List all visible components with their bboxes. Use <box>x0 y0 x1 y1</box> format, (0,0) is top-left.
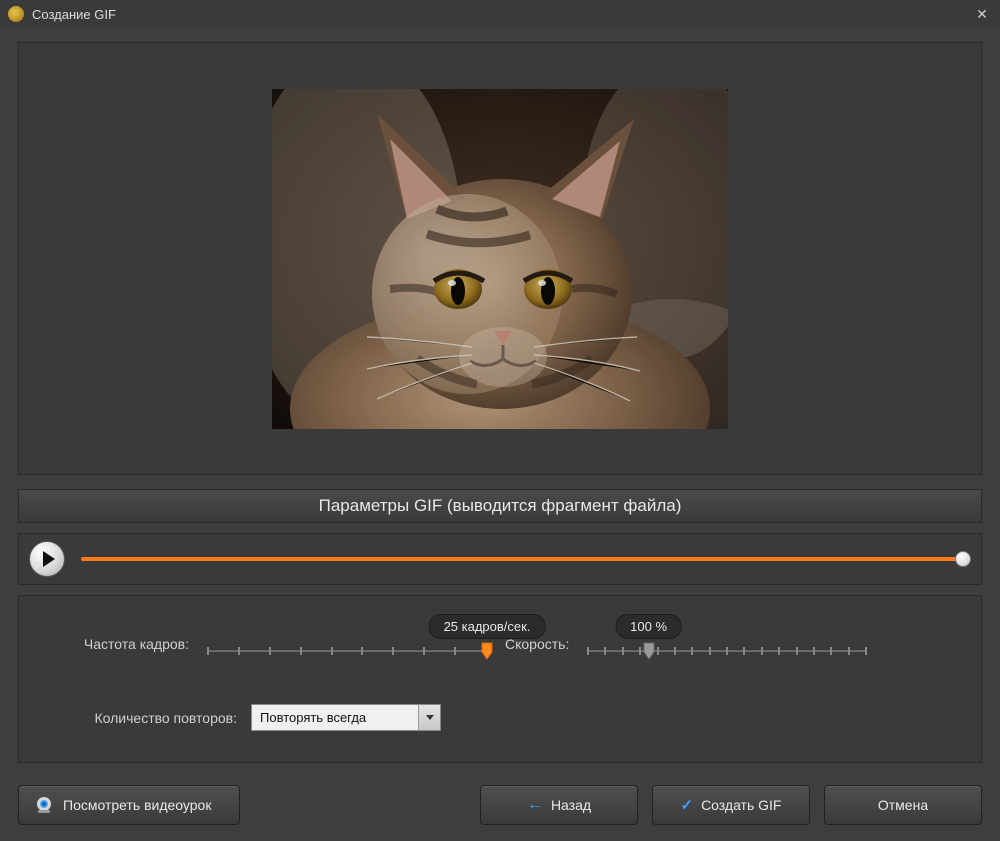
fps-label: Частота кадров: <box>47 636 197 652</box>
repeat-label: Количество повторов: <box>47 710 237 726</box>
repeat-select-value: Повторять всегда <box>252 710 418 725</box>
preview-image <box>272 89 728 429</box>
create-gif-label: Создать GIF <box>701 797 781 813</box>
back-label: Назад <box>551 797 591 813</box>
speed-ticks <box>587 650 867 655</box>
app-icon <box>8 6 24 22</box>
fps-slider[interactable]: 25 кадров/сек. <box>207 624 487 664</box>
speed-slider[interactable]: 100 % <box>587 624 867 664</box>
back-button[interactable]: ← Назад <box>480 785 638 825</box>
speed-tooltip: 100 % <box>615 614 682 639</box>
chevron-down-icon[interactable] <box>418 705 440 730</box>
check-icon: ✓ <box>680 796 693 814</box>
window-title: Создание GIF <box>32 7 972 22</box>
footer: Посмотреть видеоурок ← Назад ✓ Создать G… <box>18 785 982 825</box>
arrow-left-icon: ← <box>527 796 543 814</box>
timeline-panel <box>18 533 982 585</box>
speed-handle[interactable] <box>642 642 656 660</box>
play-button[interactable] <box>29 541 65 577</box>
cancel-label: Отмена <box>878 797 928 813</box>
watch-tutorial-label: Посмотреть видеоурок <box>63 797 211 813</box>
fps-tooltip: 25 кадров/сек. <box>429 614 546 639</box>
timeline-thumb[interactable] <box>955 551 971 567</box>
create-gif-button[interactable]: ✓ Создать GIF <box>652 785 810 825</box>
preview-frame <box>18 42 982 475</box>
fps-handle[interactable] <box>480 642 494 660</box>
params-header: Параметры GIF (выводится фрагмент файла) <box>18 489 982 523</box>
timeline-track[interactable] <box>81 557 963 561</box>
repeat-select[interactable]: Повторять всегда <box>251 704 441 731</box>
fps-ticks <box>207 650 487 655</box>
watch-tutorial-button[interactable]: Посмотреть видеоурок <box>18 785 240 825</box>
settings-panel: Частота кадров: 25 кадров/сек. Скорость:… <box>18 595 982 763</box>
titlebar: Создание GIF ✕ <box>0 0 1000 28</box>
close-icon[interactable]: ✕ <box>972 4 992 24</box>
cancel-button[interactable]: Отмена <box>824 785 982 825</box>
webcam-icon <box>33 796 55 814</box>
